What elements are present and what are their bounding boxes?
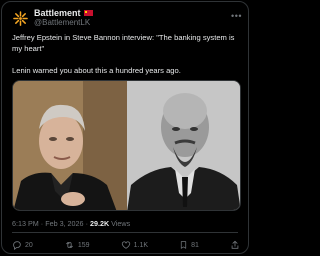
share-icon — [231, 240, 239, 249]
views-label: Views — [111, 219, 131, 228]
author-handle[interactable]: @BattlementLK — [34, 18, 93, 28]
share-button[interactable] — [230, 240, 240, 250]
tweet-text: Jeffrey Epstein in Steve Bannon intervie… — [12, 32, 242, 76]
bookmark-icon — [181, 241, 187, 249]
tweet-text-line-2: Lenin warned you about this a hundred ye… — [12, 66, 181, 75]
lenin-portrait-photo — [126, 81, 240, 210]
media-image-right[interactable] — [126, 81, 240, 210]
tweet-date[interactable]: Feb 3, 2026 — [45, 219, 83, 228]
reply-count: 20 — [25, 241, 33, 249]
tweet-header: Battlement @BattlementLK ••• — [12, 8, 242, 28]
man-portrait-photo — [13, 81, 127, 210]
tweet-actions: 20 159 1.1K 81 — [12, 238, 240, 252]
like-count: 1.1K — [133, 241, 149, 249]
sri-lanka-flag-icon — [83, 10, 93, 16]
tweet-meta: 6:13 PM · Feb 3, 2026 · 29.2K Views — [12, 219, 130, 228]
reply-icon — [13, 241, 21, 250]
author-names: Battlement @BattlementLK — [34, 8, 93, 28]
avatar[interactable] — [12, 10, 29, 27]
more-options-icon[interactable]: ••• — [231, 11, 242, 21]
like-button[interactable]: 1.1K — [121, 240, 148, 250]
meta-separator: · — [85, 219, 88, 228]
views-count: 29.2K — [89, 219, 110, 228]
heart-icon — [121, 241, 130, 249]
divider — [12, 232, 238, 233]
tweet-time[interactable]: 6:13 PM — [12, 219, 39, 228]
tweet-text-line-1: Jeffrey Epstein in Steve Bannon intervie… — [12, 33, 235, 53]
repost-icon — [66, 242, 73, 248]
display-name[interactable]: Battlement — [34, 8, 81, 18]
reply-button[interactable]: 20 — [12, 240, 33, 250]
tweet-card[interactable]: Battlement @BattlementLK ••• Jeffrey Eps… — [1, 1, 249, 254]
bookmark-count: 81 — [191, 241, 199, 249]
repost-button[interactable]: 159 — [64, 240, 90, 250]
bookmark-button[interactable]: 81 — [179, 240, 199, 250]
media-image-left[interactable] — [13, 81, 127, 210]
meta-separator: · — [40, 219, 44, 228]
starburst-logo-icon — [13, 11, 28, 26]
tweet-media[interactable] — [12, 80, 241, 211]
repost-count: 159 — [77, 241, 90, 249]
